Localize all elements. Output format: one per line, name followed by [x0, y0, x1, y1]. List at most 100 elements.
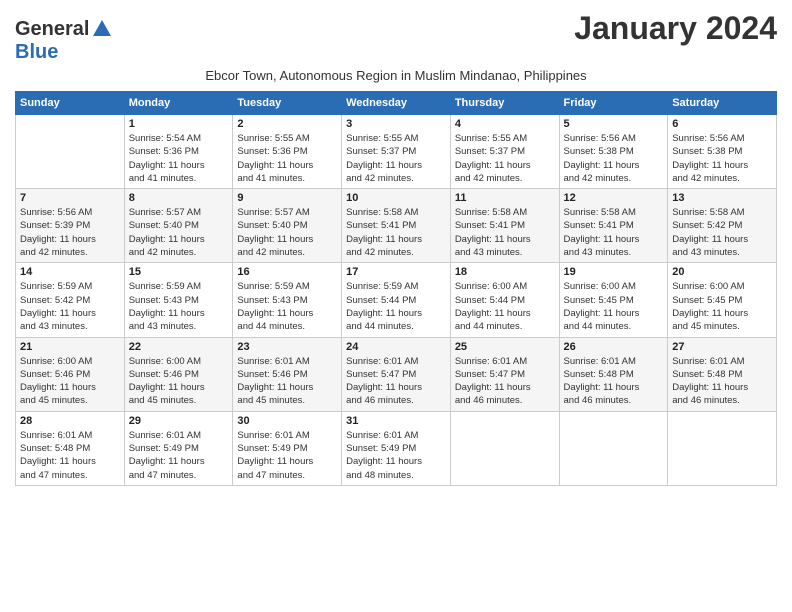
calendar-day-cell: 23 Sunrise: 6:01 AM Sunset: 5:46 PM Dayli…: [233, 337, 342, 411]
calendar-day-cell: 21Sunrise: 6:00 AM Sunset: 5:46 PM Dayli…: [16, 337, 125, 411]
calendar-col-header: Tuesday: [233, 92, 342, 115]
calendar-col-header: Thursday: [450, 92, 559, 115]
day-info: Sunrise: 5:58 AM Sunset: 5:41 PM Dayligh…: [346, 206, 446, 259]
calendar-table: SundayMondayTuesdayWednesdayThursdayFrid…: [15, 91, 777, 486]
calendar-day-cell: 11 Sunrise: 5:58 AM Sunset: 5:41 PM Dayli…: [450, 189, 559, 263]
calendar-day-cell: 3 Sunrise: 5:55 AM Sunset: 5:37 PM Daylig…: [342, 115, 451, 189]
day-number: 8: [129, 192, 229, 204]
calendar-day-cell: 30 Sunrise: 6:01 AM Sunset: 5:49 PM Dayli…: [233, 411, 342, 485]
calendar-day-cell: 31 Sunrise: 6:01 AM Sunset: 5:49 PM Dayli…: [342, 411, 451, 485]
day-number: 23: [237, 341, 337, 353]
logo-blue: Blue: [15, 41, 58, 64]
day-number: 29: [129, 415, 229, 427]
calendar-day-cell: 20 Sunrise: 6:00 AM Sunset: 5:45 PM Dayli…: [668, 263, 777, 337]
day-number: 21: [20, 341, 120, 353]
calendar-day-cell: 28Sunrise: 6:01 AM Sunset: 5:48 PM Dayli…: [16, 411, 125, 485]
day-number: 16: [237, 266, 337, 278]
day-info: Sunrise: 5:59 AM Sunset: 5:44 PM Dayligh…: [346, 280, 446, 333]
day-info: Sunrise: 6:01 AM Sunset: 5:47 PM Dayligh…: [455, 355, 555, 408]
day-number: 6: [672, 118, 772, 130]
calendar-col-header: Sunday: [16, 92, 125, 115]
calendar-day-cell: 7Sunrise: 5:56 AM Sunset: 5:39 PM Daylig…: [16, 189, 125, 263]
calendar-col-header: Saturday: [668, 92, 777, 115]
month-title: January 2024: [574, 10, 777, 47]
subtitle: Ebcor Town, Autonomous Region in Muslim …: [15, 68, 777, 83]
calendar-day-cell: 19 Sunrise: 6:00 AM Sunset: 5:45 PM Dayli…: [559, 263, 668, 337]
calendar-day-cell: 4Sunrise: 5:55 AM Sunset: 5:37 PM Daylig…: [450, 115, 559, 189]
day-info: Sunrise: 5:55 AM Sunset: 5:37 PM Dayligh…: [346, 132, 446, 185]
day-info: Sunrise: 6:00 AM Sunset: 5:45 PM Dayligh…: [564, 280, 664, 333]
calendar-col-header: Wednesday: [342, 92, 451, 115]
day-number: 18: [455, 266, 555, 278]
day-number: 30: [237, 415, 337, 427]
day-info: Sunrise: 5:55 AM Sunset: 5:36 PM Dayligh…: [237, 132, 337, 185]
calendar-day-cell: 13 Sunrise: 5:58 AM Sunset: 5:42 PM Dayli…: [668, 189, 777, 263]
day-number: 12: [564, 192, 664, 204]
day-number: 28: [20, 415, 120, 427]
day-number: 3: [346, 118, 446, 130]
calendar-day-cell: [668, 411, 777, 485]
calendar-week-row: 1 Sunrise: 5:54 AM Sunset: 5:36 PM Daylig…: [16, 115, 777, 189]
day-info: Sunrise: 5:59 AM Sunset: 5:43 PM Dayligh…: [129, 280, 229, 333]
calendar-day-cell: 17 Sunrise: 5:59 AM Sunset: 5:44 PM Dayli…: [342, 263, 451, 337]
day-info: Sunrise: 5:58 AM Sunset: 5:42 PM Dayligh…: [672, 206, 772, 259]
day-number: 1: [129, 118, 229, 130]
day-number: 20: [672, 266, 772, 278]
day-info: Sunrise: 5:59 AM Sunset: 5:43 PM Dayligh…: [237, 280, 337, 333]
calendar-header-row: SundayMondayTuesdayWednesdayThursdayFrid…: [16, 92, 777, 115]
day-info: Sunrise: 6:01 AM Sunset: 5:47 PM Dayligh…: [346, 355, 446, 408]
calendar-day-cell: [450, 411, 559, 485]
day-number: 5: [564, 118, 664, 130]
day-number: 7: [20, 192, 120, 204]
day-info: Sunrise: 6:01 AM Sunset: 5:49 PM Dayligh…: [346, 429, 446, 482]
day-info: Sunrise: 5:57 AM Sunset: 5:40 PM Dayligh…: [129, 206, 229, 259]
calendar-day-cell: 25 Sunrise: 6:01 AM Sunset: 5:47 PM Dayli…: [450, 337, 559, 411]
calendar-week-row: 28Sunrise: 6:01 AM Sunset: 5:48 PM Dayli…: [16, 411, 777, 485]
calendar-day-cell: [16, 115, 125, 189]
calendar-day-cell: 8 Sunrise: 5:57 AM Sunset: 5:40 PM Daylig…: [124, 189, 233, 263]
day-number: 31: [346, 415, 446, 427]
day-info: Sunrise: 6:00 AM Sunset: 5:44 PM Dayligh…: [455, 280, 555, 333]
day-number: 4: [455, 118, 555, 130]
calendar-day-cell: 22Sunrise: 6:00 AM Sunset: 5:46 PM Dayli…: [124, 337, 233, 411]
day-info: Sunrise: 6:01 AM Sunset: 5:48 PM Dayligh…: [564, 355, 664, 408]
day-number: 25: [455, 341, 555, 353]
calendar-day-cell: 24 Sunrise: 6:01 AM Sunset: 5:47 PM Dayli…: [342, 337, 451, 411]
calendar-col-header: Friday: [559, 92, 668, 115]
calendar-day-cell: 5Sunrise: 5:56 AM Sunset: 5:38 PM Daylig…: [559, 115, 668, 189]
day-number: 14: [20, 266, 120, 278]
day-number: 24: [346, 341, 446, 353]
day-info: Sunrise: 5:54 AM Sunset: 5:36 PM Dayligh…: [129, 132, 229, 185]
day-info: Sunrise: 5:59 AM Sunset: 5:42 PM Dayligh…: [20, 280, 120, 333]
day-info: Sunrise: 6:00 AM Sunset: 5:46 PM Dayligh…: [129, 355, 229, 408]
day-info: Sunrise: 6:01 AM Sunset: 5:48 PM Dayligh…: [672, 355, 772, 408]
day-info: Sunrise: 5:58 AM Sunset: 5:41 PM Dayligh…: [455, 206, 555, 259]
calendar-day-cell: 16 Sunrise: 5:59 AM Sunset: 5:43 PM Dayli…: [233, 263, 342, 337]
calendar-day-cell: 15 Sunrise: 5:59 AM Sunset: 5:43 PM Dayli…: [124, 263, 233, 337]
day-number: 2: [237, 118, 337, 130]
calendar-body: 1 Sunrise: 5:54 AM Sunset: 5:36 PM Daylig…: [16, 115, 777, 486]
day-info: Sunrise: 6:01 AM Sunset: 5:46 PM Dayligh…: [237, 355, 337, 408]
day-number: 19: [564, 266, 664, 278]
day-number: 17: [346, 266, 446, 278]
day-number: 26: [564, 341, 664, 353]
calendar-day-cell: 18 Sunrise: 6:00 AM Sunset: 5:44 PM Dayli…: [450, 263, 559, 337]
day-info: Sunrise: 6:01 AM Sunset: 5:49 PM Dayligh…: [237, 429, 337, 482]
calendar-day-cell: 1 Sunrise: 5:54 AM Sunset: 5:36 PM Daylig…: [124, 115, 233, 189]
day-number: 13: [672, 192, 772, 204]
day-number: 10: [346, 192, 446, 204]
day-info: Sunrise: 6:01 AM Sunset: 5:49 PM Dayligh…: [129, 429, 229, 482]
day-number: 11: [455, 192, 555, 204]
day-info: Sunrise: 5:57 AM Sunset: 5:40 PM Dayligh…: [237, 206, 337, 259]
page-header: General Blue January 2024: [15, 10, 777, 64]
calendar-day-cell: [559, 411, 668, 485]
calendar-day-cell: 29 Sunrise: 6:01 AM Sunset: 5:49 PM Dayli…: [124, 411, 233, 485]
day-info: Sunrise: 6:00 AM Sunset: 5:45 PM Dayligh…: [672, 280, 772, 333]
logo-icon: [91, 18, 113, 40]
logo: General Blue: [15, 18, 113, 64]
calendar-week-row: 7Sunrise: 5:56 AM Sunset: 5:39 PM Daylig…: [16, 189, 777, 263]
calendar-day-cell: 6Sunrise: 5:56 AM Sunset: 5:38 PM Daylig…: [668, 115, 777, 189]
day-number: 15: [129, 266, 229, 278]
calendar-col-header: Monday: [124, 92, 233, 115]
day-number: 27: [672, 341, 772, 353]
